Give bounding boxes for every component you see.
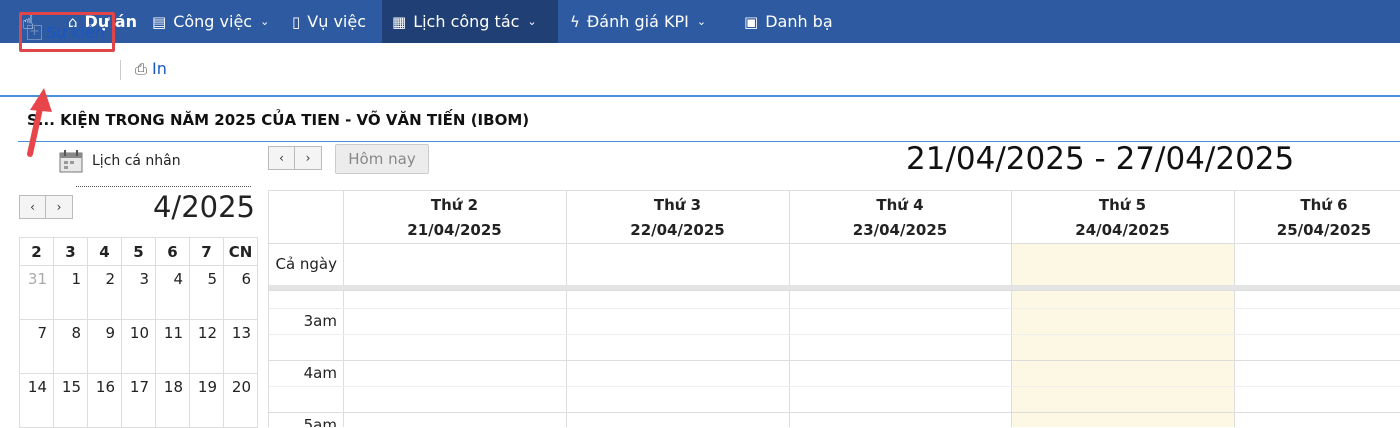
nav-danh-gia-kpi[interactable]: ϟ Đánh giá KPI ⌄ (558, 0, 734, 43)
next-week-button[interactable]: › (295, 146, 322, 170)
nav-vu-viec[interactable]: ▯ Vụ việc (282, 0, 382, 43)
day-header[interactable]: Thứ 5 24/04/2025 (1011, 191, 1234, 243)
main-calendar-nav: ‹ › (268, 146, 322, 170)
day-header[interactable]: Thứ 6 25/04/2025 (1234, 191, 1400, 243)
time-label: 5am (303, 416, 337, 427)
chevron-down-icon: ⌄ (696, 15, 707, 28)
weekday-header: 5 (121, 237, 156, 266)
mini-next-button[interactable]: › (46, 195, 73, 219)
chevron-down-icon: ⌄ (260, 15, 270, 28)
calendar-icon: ▦ (392, 12, 407, 31)
day-cell[interactable]: 6 (223, 265, 258, 320)
mini-prev-button[interactable]: ‹ (19, 195, 46, 219)
weekday-header: 6 (155, 237, 190, 266)
day-cell[interactable]: 2 (87, 265, 122, 320)
day-cell[interactable]: 12 (189, 319, 224, 374)
contact-icon: ▣ (744, 12, 759, 31)
red-arrow-icon (27, 88, 52, 157)
day-cell[interactable]: 20 (223, 373, 258, 428)
day-cell[interactable]: 16 (87, 373, 122, 428)
weekday-header: CN (223, 237, 258, 266)
print-button[interactable]: ⎙ In (135, 59, 167, 78)
day-cell[interactable]: 11 (155, 319, 190, 374)
date-range-title: 21/04/2025 - 27/04/2025 (906, 141, 1295, 177)
day-cell[interactable]: 15 (53, 373, 88, 428)
today-column-highlight (1012, 243, 1234, 427)
day-cell[interactable]: 7 (19, 319, 54, 374)
time-label: 4am (303, 364, 337, 382)
day-header[interactable]: Thứ 4 23/04/2025 (789, 191, 1011, 243)
nav-danh-ba[interactable]: ▣ Danh bạ (734, 0, 843, 43)
toolbar (0, 43, 1400, 97)
row-divider (269, 243, 1400, 244)
half-hour-divider (269, 334, 1400, 335)
weekday-header: 3 (53, 237, 88, 266)
nav-cong-viec[interactable]: ▤ Công việc ⌄ (142, 0, 282, 43)
day-cell[interactable]: 19 (189, 373, 224, 428)
day-cell[interactable]: 14 (19, 373, 54, 428)
mini-calendar-title: 4/2025 (152, 190, 255, 224)
all-day-label: Cả ngày (275, 255, 337, 273)
day-header[interactable]: Thứ 2 21/04/2025 (343, 191, 566, 243)
day-header[interactable]: Thứ 3 22/04/2025 (566, 191, 789, 243)
day-cell[interactable]: 1 (53, 265, 88, 320)
day-cell[interactable]: 4 (155, 265, 190, 320)
prev-week-button[interactable]: ‹ (268, 146, 295, 170)
mini-calendar-grid: 2 3 4 5 6 7 CN 31 1 2 3 4 5 6 7 8 9 10 1… (19, 237, 258, 428)
add-event-button[interactable]: + Sự kiện (19, 12, 115, 52)
row-divider (269, 360, 1400, 361)
weekday-header: 4 (87, 237, 122, 266)
day-cell[interactable]: 8 (53, 319, 88, 374)
weekday-header: 7 (189, 237, 224, 266)
day-cell[interactable]: 9 (87, 319, 122, 374)
file-icon: ▯ (292, 12, 301, 31)
half-hour-divider (269, 386, 1400, 387)
today-button[interactable]: Hôm nay (335, 144, 429, 174)
plus-icon: + (27, 24, 42, 40)
mini-calendar-nav: ‹ › (19, 195, 73, 219)
day-cell[interactable]: 13 (223, 319, 258, 374)
week-grid: Thứ 2 21/04/2025 Thứ 3 22/04/2025 Thứ 4 … (268, 190, 1400, 427)
day-cell[interactable]: 5 (189, 265, 224, 320)
row-divider (269, 290, 1400, 291)
printer-icon: ⎙ (135, 59, 148, 78)
bolt-icon: ϟ (570, 12, 580, 31)
nav-lich-cong-tac[interactable]: ▦ Lịch công tác ⌄ (382, 0, 558, 43)
row-divider (269, 412, 1400, 413)
day-cell[interactable]: 3 (121, 265, 156, 320)
personal-calendar[interactable]: Lịch cá nhân (58, 148, 181, 174)
toolbar-divider (120, 60, 121, 80)
calendar-icon (59, 150, 83, 173)
day-cell[interactable]: 18 (155, 373, 190, 428)
time-label: 3am (303, 312, 337, 330)
half-hour-divider (269, 308, 1400, 309)
clipboard-icon: ▤ (152, 12, 167, 31)
dotted-divider (76, 186, 251, 187)
chevron-down-icon: ⌄ (527, 15, 537, 28)
day-cell[interactable]: 10 (121, 319, 156, 374)
top-nav: ☝ ⌂ Dự án ▤ Công việc ⌄ ▯ Vụ việc ▦ Lịch… (0, 0, 1400, 43)
page-title: S... KIỆN TRONG NĂM 2025 CỦA TIEN - VÕ V… (27, 111, 530, 129)
day-cell[interactable]: 17 (121, 373, 156, 428)
day-cell[interactable]: 31 (19, 265, 54, 320)
weekday-header: 2 (19, 237, 54, 266)
